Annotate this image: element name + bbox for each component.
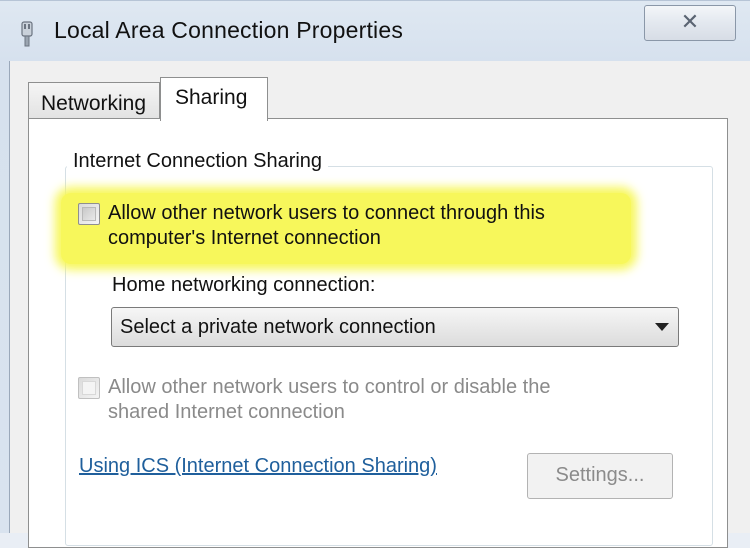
allow-control-label-line2: shared Internet connection <box>108 401 345 423</box>
tab-sharing[interactable]: Sharing <box>160 77 268 121</box>
close-button[interactable]: ✕ <box>644 5 736 41</box>
window-title: Local Area Connection Properties <box>54 17 404 43</box>
allow-control-label-line1: Allow other network users to control or … <box>108 376 551 398</box>
network-adapter-icon <box>21 21 33 47</box>
allow-control-label[interactable]: Allow other network users to control or … <box>108 375 628 425</box>
properties-window: Local Area Connection Properties ✕ Netwo… <box>0 0 750 548</box>
chevron-down-icon <box>655 323 669 331</box>
title-bar[interactable]: Local Area Connection Properties ✕ <box>0 1 750 61</box>
sharing-tab-panel: Internet Connection Sharing Allow other … <box>28 118 728 548</box>
allow-connect-checkbox[interactable] <box>78 203 100 225</box>
settings-button[interactable]: Settings... <box>527 453 673 499</box>
home-networking-select-value: Select a private network connection <box>120 316 436 338</box>
tab-networking[interactable]: Networking <box>28 82 160 119</box>
ics-help-link[interactable]: Using ICS (Internet Connection Sharing) <box>79 455 437 478</box>
home-networking-select[interactable]: Select a private network connection <box>111 307 679 347</box>
client-area: Networking Sharing Internet Connection S… <box>9 61 750 548</box>
allow-connect-label-line2: computer's Internet connection <box>108 227 381 249</box>
allow-connect-label[interactable]: Allow other network users to connect thr… <box>108 201 628 251</box>
ics-group-title: Internet Connection Sharing <box>67 150 329 173</box>
allow-control-checkbox[interactable] <box>78 377 100 399</box>
close-icon: ✕ <box>680 10 700 35</box>
allow-connect-label-line1: Allow other network users to connect thr… <box>108 202 545 224</box>
home-networking-label: Home networking connection: <box>112 274 376 296</box>
